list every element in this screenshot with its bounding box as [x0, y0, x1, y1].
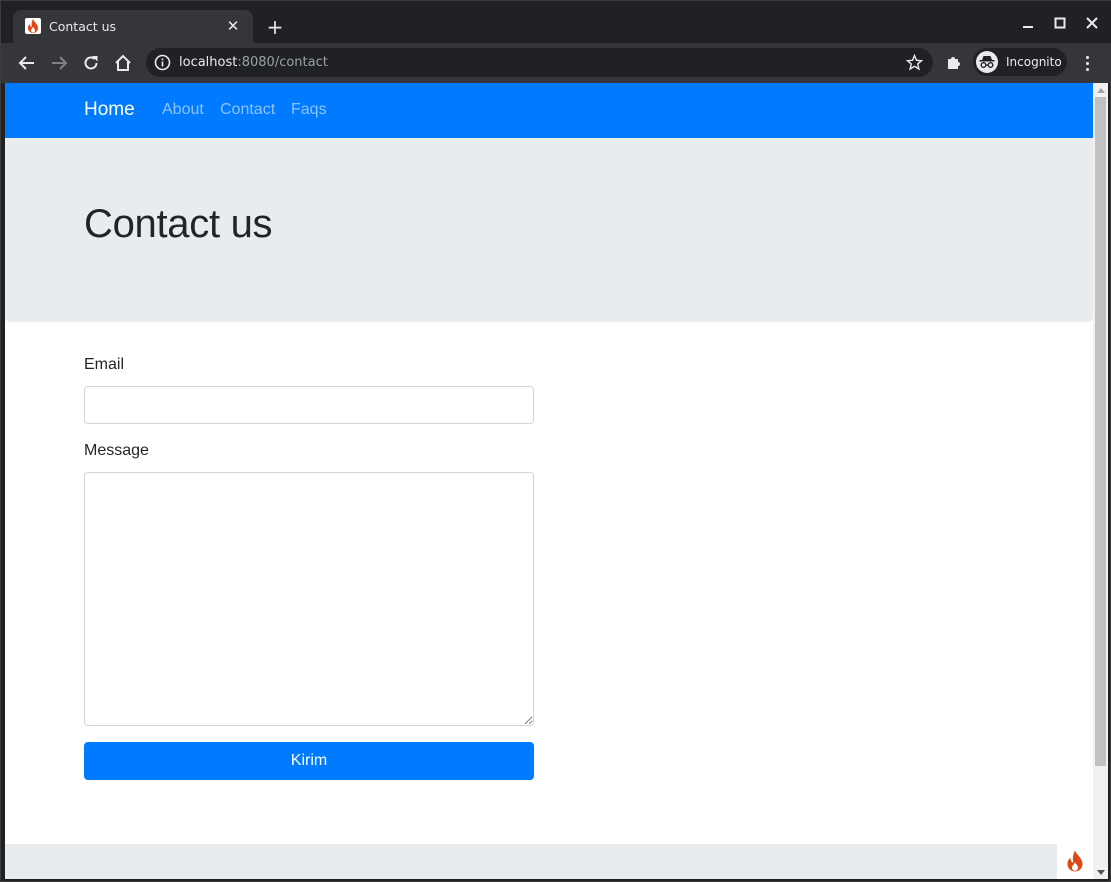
navbar-brand-home[interactable]: Home — [84, 99, 135, 121]
footer — [5, 844, 1093, 879]
email-input[interactable] — [84, 386, 534, 424]
vertical-scrollbar[interactable] — [1093, 83, 1108, 879]
address-bar[interactable]: localhost:8080/contact — [146, 48, 933, 77]
submit-button[interactable]: Kirim — [84, 742, 534, 780]
extensions-icon[interactable] — [945, 52, 965, 72]
star-icon[interactable] — [905, 53, 924, 71]
reload-icon[interactable] — [79, 51, 103, 75]
incognito-profile-button[interactable]: Incognito — [973, 48, 1067, 76]
browser-window: Contact us ✕ + localhost:8080/contact In… — [0, 0, 1111, 882]
info-icon[interactable] — [154, 54, 171, 71]
forward-icon[interactable] — [47, 51, 71, 75]
nav-link-faqs[interactable]: Faqs — [291, 101, 327, 119]
url-text: localhost:8080/contact — [179, 55, 328, 70]
window-close-icon[interactable] — [1077, 11, 1107, 35]
tab-title: Contact us — [49, 19, 117, 34]
incognito-icon — [976, 51, 998, 73]
minimize-icon[interactable] — [1013, 11, 1043, 35]
url-path: :8080/contact — [237, 55, 328, 70]
page-viewport: Home About Contact Faqs Contact us Email… — [5, 83, 1093, 879]
scroll-up-arrow-icon[interactable] — [1093, 83, 1108, 97]
url-host: localhost — [179, 55, 238, 70]
new-tab-button[interactable]: + — [263, 15, 287, 39]
browser-toolbar: localhost:8080/contact Incognito — [1, 43, 1111, 83]
navbar: Home About Contact Faqs — [5, 83, 1093, 138]
jumbotron: Contact us — [5, 138, 1093, 322]
email-label: Email — [84, 356, 125, 373]
nav-link-contact[interactable]: Contact — [220, 101, 275, 119]
menu-icon[interactable] — [1077, 52, 1097, 74]
tab-close-icon[interactable]: ✕ — [223, 16, 243, 36]
scroll-down-arrow-icon[interactable] — [1093, 865, 1108, 879]
home-icon[interactable] — [111, 51, 135, 75]
message-textarea[interactable] — [84, 472, 534, 726]
message-label: Message — [84, 442, 149, 459]
codeigniter-flame-icon — [25, 18, 41, 34]
back-icon[interactable] — [15, 51, 39, 75]
browser-tab[interactable]: Contact us ✕ — [13, 10, 253, 43]
scrollbar-thumb[interactable] — [1095, 97, 1106, 766]
maximize-icon[interactable] — [1045, 11, 1075, 35]
page-title: Contact us — [84, 202, 273, 246]
tab-strip: Contact us ✕ + — [1, 1, 1111, 43]
codeigniter-debug-toolbar-icon[interactable] — [1057, 843, 1093, 879]
incognito-label: Incognito — [1006, 55, 1062, 69]
nav-link-about[interactable]: About — [162, 101, 204, 119]
